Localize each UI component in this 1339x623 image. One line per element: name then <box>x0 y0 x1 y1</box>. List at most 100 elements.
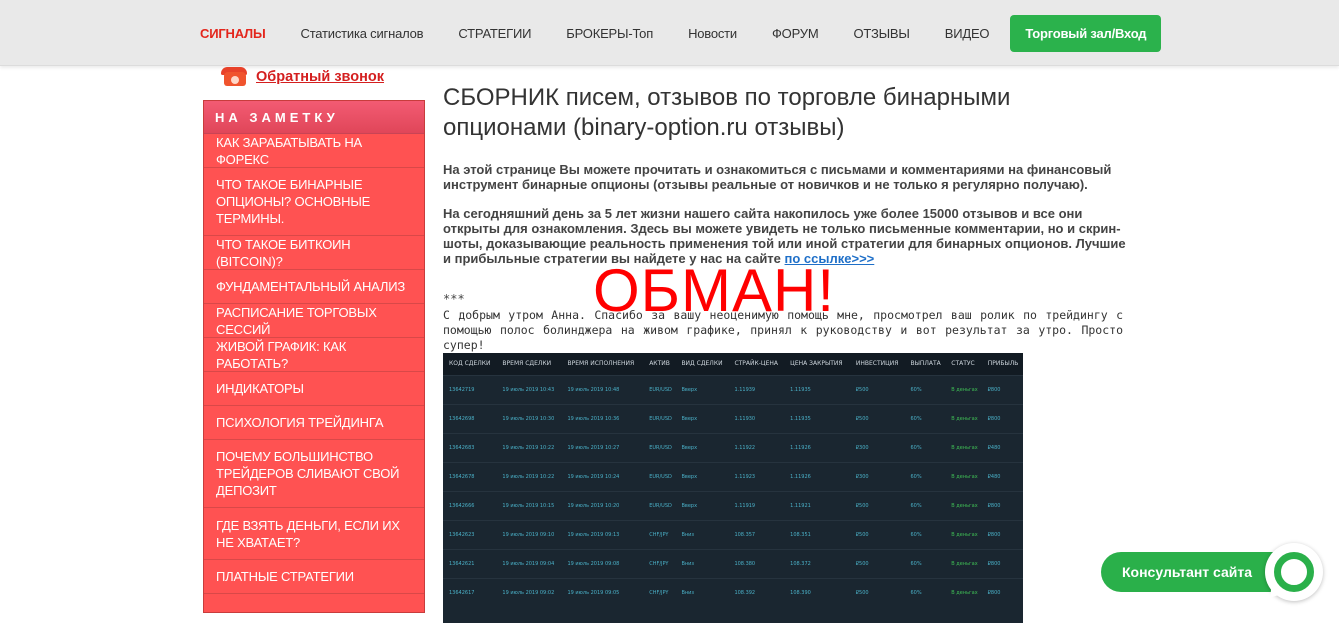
trades-header-cell: ВРЕМЯ ИСПОЛНЕНИЯ <box>561 353 644 375</box>
chat-bubble-icon[interactable] <box>1264 543 1323 603</box>
top-navbar: СИГНАЛЫ Статистика сигналов СТРАТЕГИИ БР… <box>0 0 1339 66</box>
trades-cell: 19 июль 2019 09:10 <box>496 519 562 549</box>
sidebar-item-indicators[interactable]: ИНДИКАТОРЫ <box>204 372 424 406</box>
callback-link[interactable]: Обратный звонок <box>256 69 384 85</box>
trades-cell: ₽800 <box>981 490 1023 520</box>
phone-icon <box>220 66 248 88</box>
nav-signals[interactable]: СИГНАЛЫ <box>200 26 266 41</box>
sidebar-item-sessions[interactable]: РАСПИСАНИЕ ТОРГОВЫХ СЕССИЙ <box>204 304 424 338</box>
sidebar-item-forex[interactable]: КАК ЗАРАБАТЫВАТЬ НА ФОРЕКС <box>204 134 424 168</box>
trades-cell: 19 июль 2019 10:48 <box>561 374 644 404</box>
trades-cell: 13642621 <box>443 548 497 578</box>
trades-screenshot: КОД СДЕЛКИ ВРЕМЯ СДЕЛКИ ВРЕМЯ ИСПОЛНЕНИЯ АК… <box>443 353 1023 623</box>
trades-cell: В деньгах <box>945 374 982 404</box>
trades-cell: 13642617 <box>443 577 497 607</box>
trades-cell: 19 июль 2019 10:20 <box>561 490 644 520</box>
trades-cell: ₽800 <box>981 577 1023 607</box>
trades-cell: EUR/USD <box>643 374 676 404</box>
trades-cell: 1.11935 <box>784 374 850 404</box>
trades-cell: 108.392 <box>728 577 785 607</box>
sidebar-item-psychology[interactable]: ПСИХОЛОГИЯ ТРЕЙДИНГА <box>204 406 424 440</box>
sidebar-item-live-chart[interactable]: ЖИВОЙ ГРАФИК: КАК РАБОТАТЬ? <box>204 338 424 372</box>
trades-cell: В деньгах <box>945 548 982 578</box>
trades-cell: 60% <box>904 461 946 491</box>
sidebar-item-deposit-loss[interactable]: ПОЧЕМУ БОЛЬШИНСТВО ТРЕЙДЕРОВ СЛИВАЮТ СВО… <box>204 440 424 508</box>
trades-cell: Вниз <box>675 519 729 549</box>
trades-header-cell: КОД СДЕЛКИ <box>443 353 497 375</box>
trades-body: 13642719 19 июль 2019 10:43 19 июль 2019 1… <box>443 374 1023 607</box>
nav-brokers[interactable]: БРОКЕРЫ-Топ <box>566 26 653 41</box>
nav-strategies[interactable]: СТРАТЕГИИ <box>458 26 531 41</box>
trades-cell: В деньгах <box>945 519 982 549</box>
trades-cell: Вверх <box>675 490 729 520</box>
trades-cell: CHF/JPY <box>643 577 676 607</box>
trades-header-cell: ПРИБЫЛЬ <box>981 353 1023 375</box>
page-title: СБОРНИК писем, отзывов по торговле бинар… <box>443 84 1011 141</box>
trades-cell: 108.390 <box>784 577 850 607</box>
trades-header-row: КОД СДЕЛКИ ВРЕМЯ СДЕЛКИ ВРЕМЯ ИСПОЛНЕНИЯ АК… <box>443 353 1023 375</box>
trades-cell: 13642698 <box>443 403 497 433</box>
table-row: 13642698 19 июль 2019 10:30 19 июль 2019 1… <box>443 403 1023 433</box>
trades-cell: ₽480 <box>981 461 1023 491</box>
trades-cell: 19 июль 2019 10:15 <box>496 490 562 520</box>
trades-cell: 13642683 <box>443 432 497 462</box>
trading-room-login-button[interactable]: Торговый зал/Вход <box>1010 14 1162 52</box>
trades-cell: 60% <box>904 519 946 549</box>
trades-cell: 60% <box>904 403 946 433</box>
sidebar-item-bitcoin[interactable]: ЧТО ТАКОЕ БИТКОИН (BITCOIN)? <box>204 236 424 270</box>
trades-cell: 1.11935 <box>784 403 850 433</box>
table-row: 13642719 19 июль 2019 10:43 19 июль 2019 1… <box>443 374 1023 404</box>
trades-cell: 19 июль 2019 09:13 <box>561 519 644 549</box>
trades-cell: ₽500 <box>849 403 905 433</box>
nav-video[interactable]: ВИДЕО <box>945 26 990 41</box>
trades-cell: 19 июль 2019 09:04 <box>496 548 562 578</box>
trades-cell: 1.11939 <box>728 374 785 404</box>
sidebar-item-binary-options[interactable]: ЧТО ТАКОЕ БИНАРНЫЕ ОПЦИОНЫ? ОСНОВНЫЕ ТЕР… <box>204 168 424 236</box>
trades-cell: ₽500 <box>849 374 905 404</box>
trades-cell: 60% <box>904 374 946 404</box>
trades-cell: ₽800 <box>981 548 1023 578</box>
trades-header-cell: АКТИВ <box>643 353 676 375</box>
trades-cell: ₽500 <box>849 548 905 578</box>
trades-cell: В деньгах <box>945 461 982 491</box>
trades-cell: 1.11926 <box>784 432 850 462</box>
sidebar-item-fundamental[interactable]: ФУНДАМЕНТАЛЬНЫЙ АНАЛИЗ <box>204 270 424 304</box>
nav-forum[interactable]: ФОРУМ <box>772 26 819 41</box>
trades-cell: 19 июль 2019 10:24 <box>561 461 644 491</box>
trades-header-cell: ИНВЕСТИЦИЯ <box>849 353 905 375</box>
table-row: 13642683 19 июль 2019 10:22 19 июль 2019 1… <box>443 432 1023 462</box>
trades-cell: EUR/USD <box>643 432 676 462</box>
trades-cell: CHF/JPY <box>643 519 676 549</box>
trades-cell: Вверх <box>675 374 729 404</box>
trades-cell: В деньгах <box>945 490 982 520</box>
sidebar-menu: КАК ЗАРАБАТЫВАТЬ НА ФОРЕКС ЧТО ТАКОЕ БИН… <box>204 134 424 594</box>
trades-cell: ₽800 <box>981 374 1023 404</box>
consultant-label: Консультант сайта <box>1122 564 1253 580</box>
nav-reviews[interactable]: ОТЗЫВЫ <box>853 26 909 41</box>
nav-news[interactable]: Новости <box>688 26 737 41</box>
trades-cell: ₽500 <box>849 519 905 549</box>
trades-cell: 19 июль 2019 09:05 <box>561 577 644 607</box>
sidebar-item-money[interactable]: ГДЕ ВЗЯТЬ ДЕНЬГИ, ЕСЛИ ИХ НЕ ХВАТАЕТ? <box>204 508 424 560</box>
trades-cell: 60% <box>904 548 946 578</box>
trades-cell: 19 июль 2019 10:30 <box>496 403 562 433</box>
trades-cell: 108.380 <box>728 548 785 578</box>
trades-cell: В деньгах <box>945 403 982 433</box>
trades-cell: EUR/USD <box>643 403 676 433</box>
trades-cell: В деньгах <box>945 577 982 607</box>
trades-cell: 1.11926 <box>784 461 850 491</box>
trades-cell: 1.11922 <box>728 432 785 462</box>
trades-cell: 108.372 <box>784 548 850 578</box>
trades-cell: Вниз <box>675 577 729 607</box>
nav-signal-stats[interactable]: Статистика сигналов <box>301 26 424 41</box>
trades-cell: В деньгах <box>945 432 982 462</box>
trades-cell: ₽800 <box>981 519 1023 549</box>
separator-stars: *** <box>443 292 465 306</box>
trades-cell: 108.351 <box>784 519 850 549</box>
sidebar-item-paid-strategies[interactable]: ПЛАТНЫЕ СТРАТЕГИИ <box>204 560 424 594</box>
main-nav: СИГНАЛЫ Статистика сигналов СТРАТЕГИИ БР… <box>200 0 1196 66</box>
table-row: 13642678 19 июль 2019 10:22 19 июль 2019 1… <box>443 461 1023 491</box>
intro-paragraph: На этой странице Вы можете прочитать и о… <box>443 162 1112 192</box>
table-row: 13642617 19 июль 2019 09:02 19 июль 2019 0… <box>443 577 1023 607</box>
table-row: 13642623 19 июль 2019 09:10 19 июль 2019 0… <box>443 519 1023 549</box>
